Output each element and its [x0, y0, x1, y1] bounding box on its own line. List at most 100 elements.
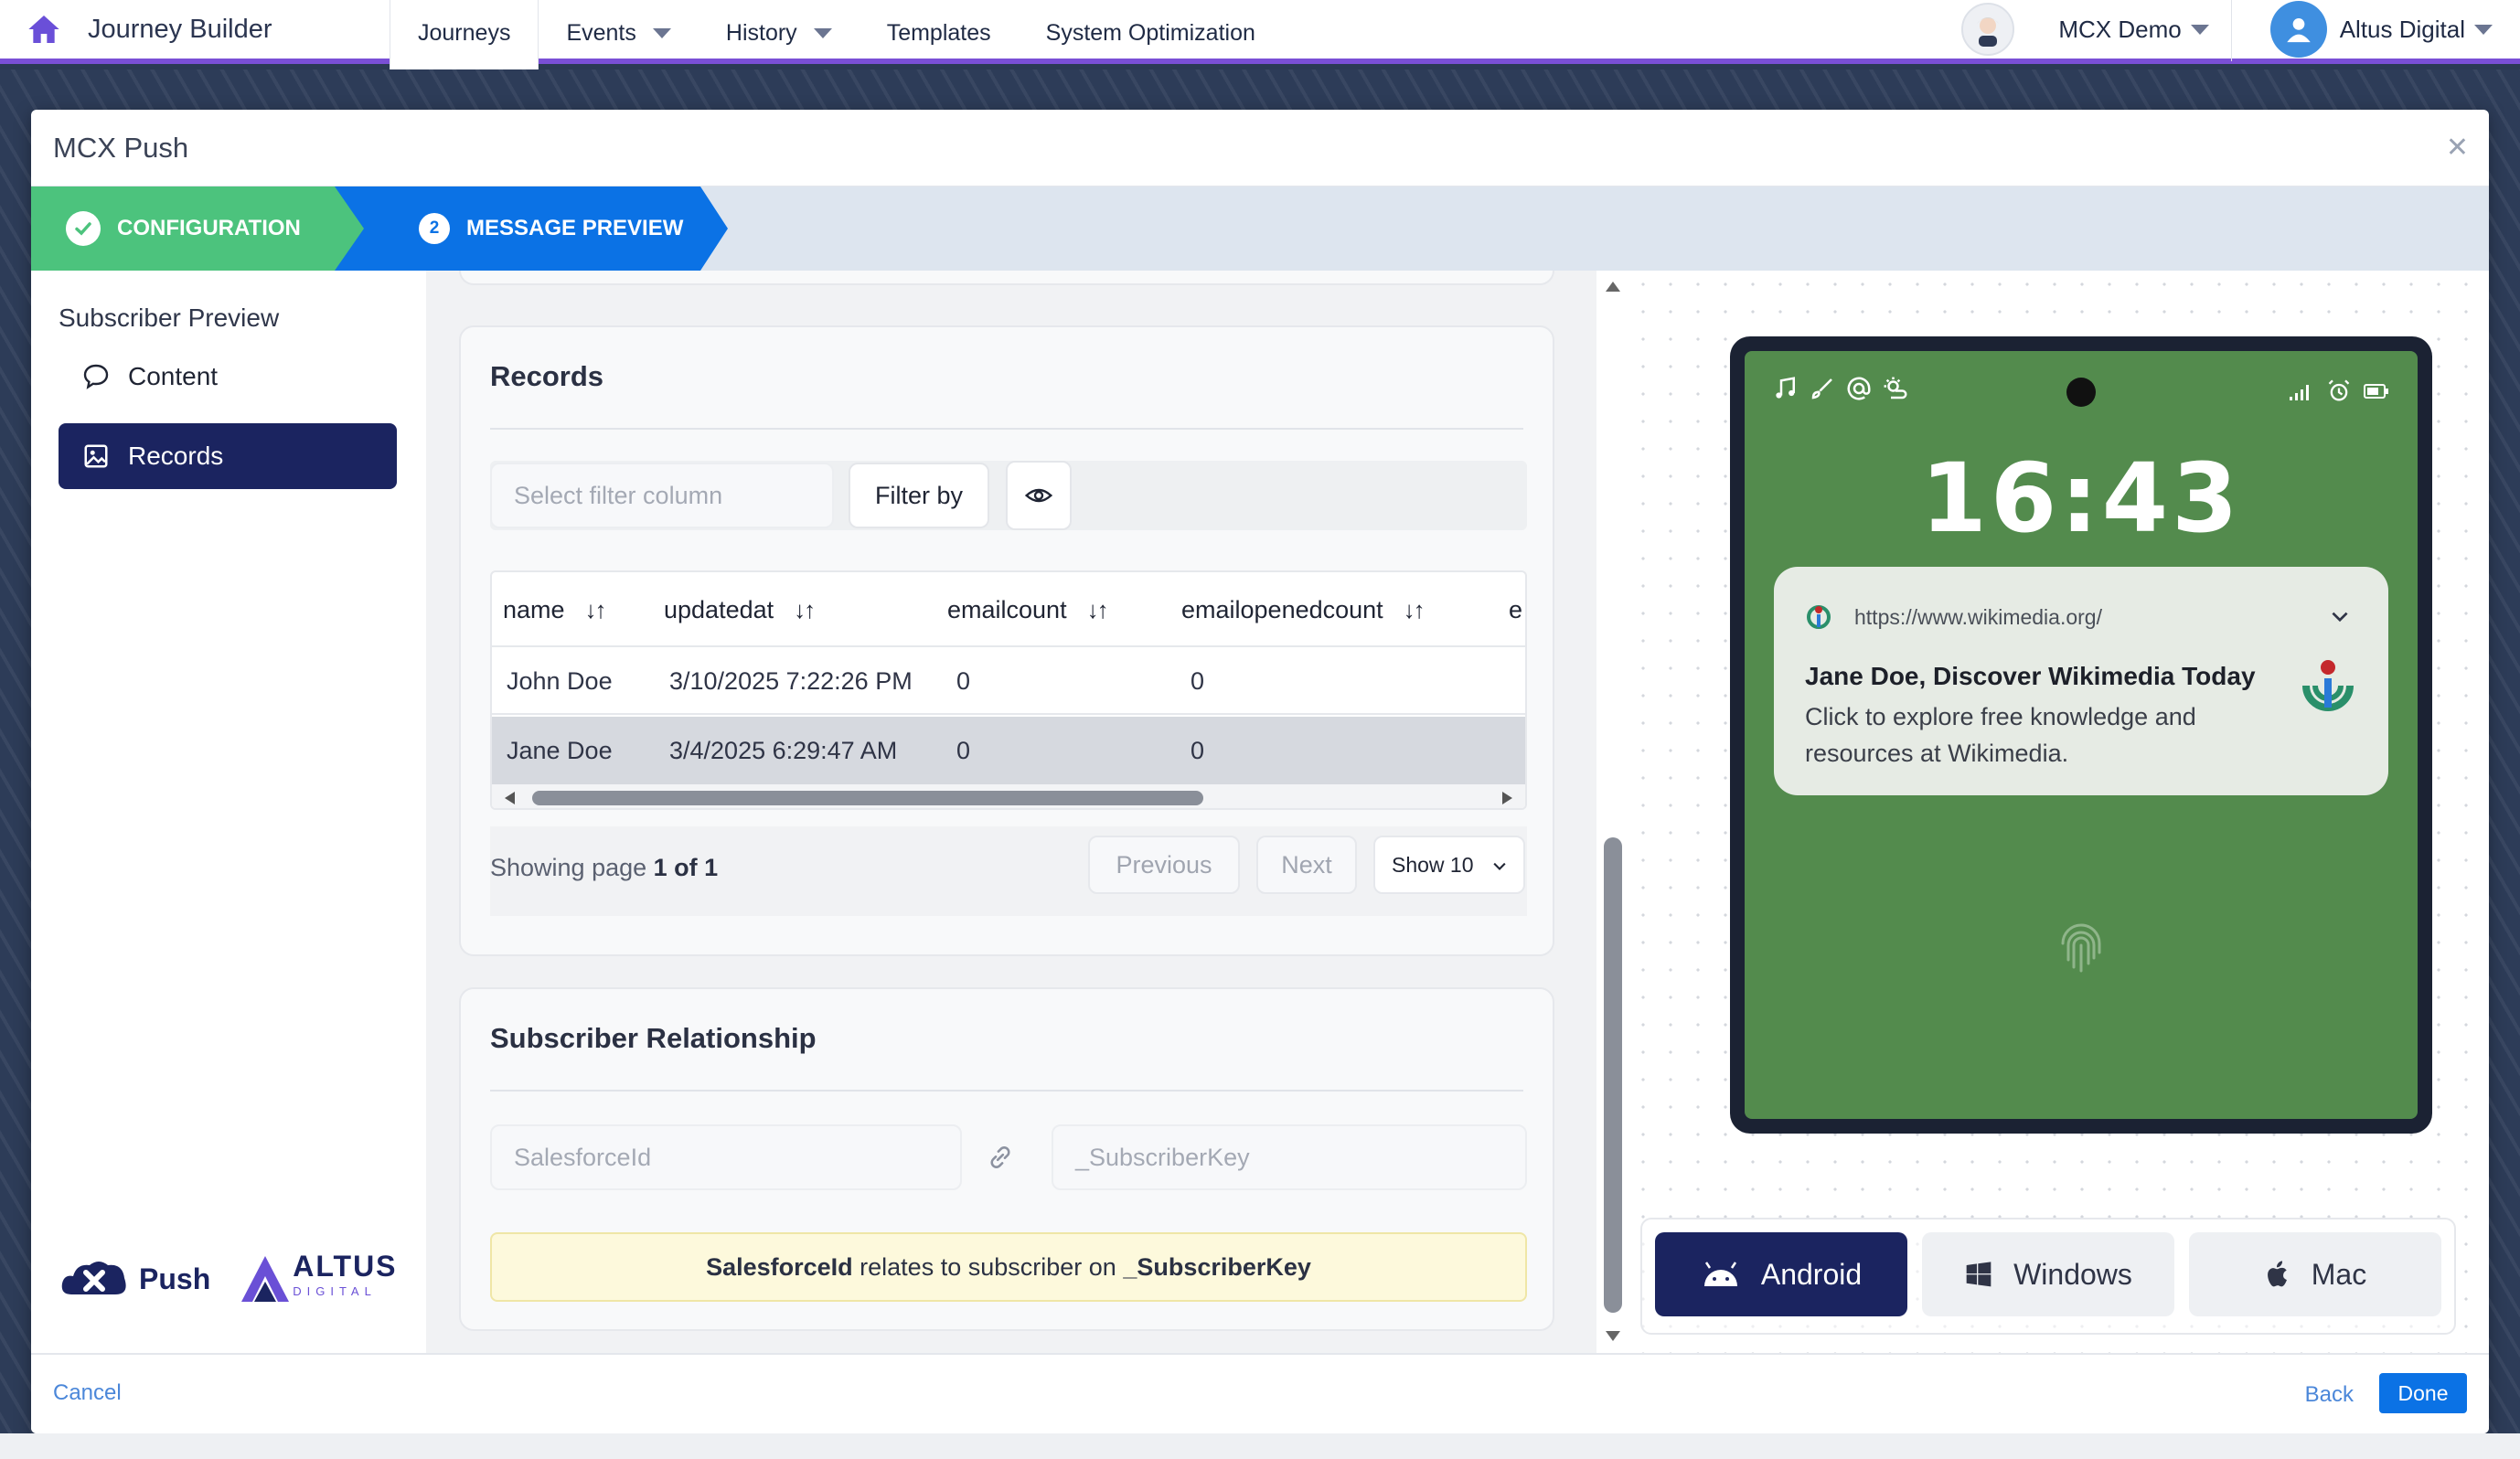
sidebar-item-content[interactable]: Content [59, 344, 397, 410]
brand-logos: Push ALTUS DIGITAL [59, 1250, 398, 1305]
note-right-field: _SubscriberKey [1123, 1252, 1311, 1281]
chevron-down-icon[interactable] [2328, 605, 2352, 629]
signal-icon [2290, 385, 2309, 400]
close-icon[interactable]: ✕ [2446, 132, 2469, 164]
cancel-button[interactable]: Cancel [53, 1380, 122, 1406]
subscriber-preview-sidebar: Subscriber Preview Content Records Push … [31, 271, 426, 1353]
notification-source: https://www.wikimedia.org/ [1805, 603, 2102, 631]
org-switcher[interactable]: MCX Demo [2058, 0, 2232, 61]
chat-bubble-icon [80, 361, 112, 392]
chevron-down-icon [813, 27, 832, 38]
done-button[interactable]: Done [2379, 1373, 2467, 1413]
alarm-icon [2328, 379, 2350, 401]
tab-events[interactable]: Events [539, 0, 698, 69]
column-header-name[interactable]: name ↓↑ [503, 572, 607, 647]
image-icon [80, 441, 112, 472]
sidebar-item-label: Content [128, 362, 219, 390]
os-tab-mac[interactable]: Mac [2189, 1232, 2441, 1316]
org-avatar[interactable] [1961, 3, 2015, 56]
next-button[interactable]: Next [1256, 836, 1357, 894]
os-tab-android[interactable]: Android [1655, 1232, 1907, 1316]
page-size-value: Show 10 [1392, 852, 1474, 877]
sidebar-heading: Subscriber Preview [59, 304, 280, 332]
scroll-down-icon[interactable] [1606, 1331, 1620, 1341]
scrollbar-thumb[interactable] [1604, 837, 1622, 1313]
cell-emailopenedcount: 0 [1191, 736, 1205, 764]
at-sign-icon [1847, 377, 1871, 400]
notification-title: Jane Doe, Discover Wikimedia Today [1805, 662, 2256, 690]
tab-templates[interactable]: Templates [860, 0, 1019, 69]
scrollbar-thumb[interactable] [532, 791, 1203, 805]
sort-icon[interactable]: ↓↑ [794, 596, 816, 624]
org-name: MCX Demo [2058, 15, 2182, 43]
filter-row: Select filter column Filter by [490, 461, 1527, 530]
os-label: Android [1760, 1257, 1863, 1291]
chevron-down-icon [2190, 24, 2209, 35]
sort-icon[interactable]: ↓↑ [1404, 596, 1426, 624]
subscriber-key-field[interactable]: _SubscriberKey [1052, 1124, 1527, 1190]
device-preview: 16:43 https://www.wikimedia.org/ Jane Do… [1629, 271, 2489, 1353]
table-row[interactable]: John Doe 3/10/2025 7:22:26 PM 0 0 [492, 647, 1525, 715]
relationship-fields: SalesforceId _SubscriberKey [490, 1123, 1527, 1192]
page-status: Showing page 1 of 1 [490, 854, 718, 882]
page-bottom-strip [0, 1433, 2520, 1459]
tab-journeys[interactable]: Journeys [390, 0, 539, 69]
os-tab-windows[interactable]: Windows [1922, 1232, 2174, 1316]
status-icons-left [1772, 375, 1909, 402]
wikimedia-logo-icon [2302, 660, 2354, 711]
back-button[interactable]: Back [2305, 1382, 2354, 1408]
chevron-down-icon [2474, 24, 2493, 35]
top-nav-right: MCX Demo Altus Digital [1961, 0, 2520, 61]
filter-column-select[interactable]: Select filter column [490, 463, 834, 528]
vertical-scrollbar[interactable] [1596, 271, 1629, 1353]
user-avatar-icon [2269, 1, 2327, 58]
scroll-left-icon[interactable] [505, 792, 515, 804]
step-configuration[interactable]: CONFIGURATION [31, 186, 388, 271]
brush-icon [1811, 378, 1832, 399]
altus-text: ALTUS [293, 1250, 398, 1283]
column-label: e [1509, 595, 1523, 623]
user-menu[interactable]: Altus Digital [2232, 1, 2520, 58]
notification-url: https://www.wikimedia.org/ [1854, 604, 2102, 629]
table-row-selected[interactable]: Jane Doe 3/4/2025 6:29:47 AM 0 0 [492, 717, 1525, 784]
table-header: name ↓↑ updatedat ↓↑ emailcount ↓↑ emailope… [492, 572, 1525, 647]
os-selector: Android Windows Mac [1640, 1218, 2456, 1335]
salesforce-id-field[interactable]: SalesforceId [490, 1124, 962, 1190]
eye-icon[interactable] [1006, 461, 1072, 530]
column-label: emailopenedcount [1181, 595, 1383, 623]
horizontal-scrollbar[interactable] [492, 784, 1525, 808]
tab-label: Events [566, 19, 636, 46]
page-status-value: 1 of 1 [653, 854, 719, 881]
column-label: updatedat [664, 595, 774, 623]
modal-header: MCX Push ✕ [31, 110, 2489, 186]
tab-label: Templates [886, 19, 991, 46]
battery-icon [2364, 384, 2388, 399]
sort-icon[interactable]: ↓↑ [1087, 596, 1109, 624]
filter-by-button[interactable]: Filter by [849, 463, 989, 528]
previous-button[interactable]: Previous [1088, 836, 1240, 894]
step-number: 2 [419, 213, 450, 244]
column-header-emailopenedcount[interactable]: emailopenedcount ↓↑ [1181, 572, 1426, 647]
scroll-right-icon[interactable] [1502, 792, 1512, 804]
tab-system-optimization[interactable]: System Optimization [1019, 0, 1283, 69]
altus-subtext: DIGITAL [293, 1284, 377, 1298]
lock-screen-clock: 16:43 [1920, 442, 2242, 554]
sort-icon[interactable]: ↓↑ [585, 596, 607, 624]
relationship-note: SalesforceId relates to subscriber on _S… [490, 1232, 1527, 1302]
home-icon[interactable] [24, 9, 64, 49]
page-size-select[interactable]: Show 10 [1373, 836, 1525, 894]
scroll-up-icon[interactable] [1606, 282, 1620, 292]
fingerprint-icon[interactable] [2048, 916, 2114, 982]
column-header-emailcount[interactable]: emailcount ↓↑ [947, 572, 1109, 647]
cell-name: John Doe [507, 666, 613, 695]
column-header-updatedat[interactable]: updatedat ↓↑ [664, 572, 816, 647]
tab-history[interactable]: History [699, 0, 860, 69]
previous-card [459, 271, 1554, 285]
step-message-preview[interactable]: 2 MESSAGE PREVIEW [335, 186, 728, 271]
records-panel: Records Select filter column Filter by n… [426, 271, 1596, 1353]
push-notification[interactable]: https://www.wikimedia.org/ Jane Doe, Dis… [1774, 567, 2388, 795]
notification-body: Click to explore free knowledge and reso… [1805, 703, 2196, 767]
windows-icon [1964, 1260, 1993, 1289]
column-header-truncated[interactable]: e [1509, 572, 1522, 647]
sidebar-item-records[interactable]: Records [59, 423, 397, 489]
